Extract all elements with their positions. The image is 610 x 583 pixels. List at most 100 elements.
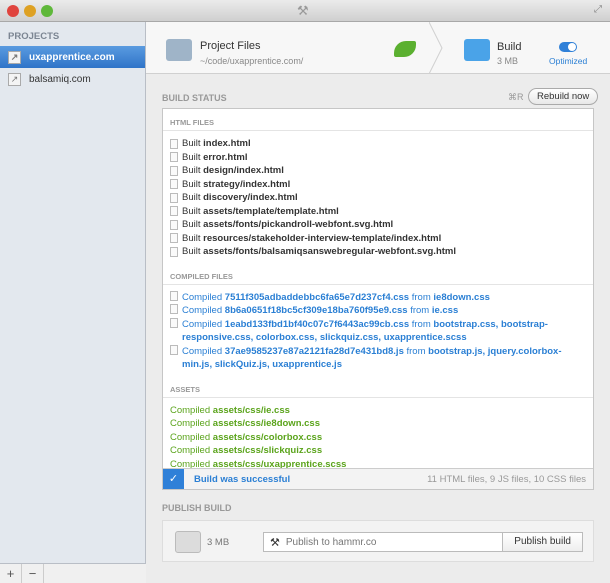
build-log[interactable]: HTML FILES Built index.html Built error.h… [162, 108, 594, 490]
project-path: ~/code/uxapprentice.com/ [200, 56, 304, 66]
built-word: Built [182, 138, 201, 149]
log-line: Compiled 8b6a0651f18bc5cf309e18ba760f95e… [170, 304, 586, 318]
log-line: Built index.html [170, 137, 586, 151]
project-name: uxapprentice.com [29, 51, 115, 63]
source-files: ie.css [431, 305, 459, 316]
file-name: strategy/index.html [203, 178, 291, 190]
asset-file: assets/css/ie8down.css [212, 418, 320, 429]
publish-build-button[interactable]: Publish build [502, 533, 582, 551]
compiled-word: Compiled [170, 431, 211, 443]
file-icon [170, 219, 178, 230]
file-name: assets/template/template.html [203, 205, 339, 217]
tools-icon: ⚒ [270, 536, 280, 549]
file-icon [170, 344, 178, 355]
from-word: from [411, 318, 431, 330]
compiled-word: Compiled [170, 445, 211, 456]
file-name: discovery/index.html [203, 192, 298, 203]
file-name: index.html [203, 138, 251, 149]
asset-file: assets/css/colorbox.css [212, 431, 323, 443]
project-title: Project Files [200, 40, 261, 52]
output-file: 1eabd133fbd1bf40c07c7f6443ac99cb.css [224, 318, 410, 330]
file-icon [170, 165, 178, 176]
project-header: Project Files ~/code/uxapprentice.com/ B… [146, 22, 610, 74]
arrow-divider [429, 22, 443, 74]
publish-size: 3 MB [207, 537, 230, 548]
file-icon [170, 152, 178, 163]
file-icon [170, 304, 178, 314]
log-line: Compiled 7511f305adbaddebbc6fa65e7d237cf… [170, 290, 586, 305]
file-icon [170, 290, 178, 301]
file-name: assets/fonts/balsamiqsanswebregular-webf… [203, 246, 456, 257]
output-file: 7511f305adbaddebbc6fa65e7d237cf4.css [224, 291, 410, 303]
project-icon: ↗ [8, 50, 21, 64]
compiled-word: Compiled [182, 318, 223, 330]
project-item[interactable]: ↗ uxapprentice.com [0, 46, 145, 68]
from-word: from [411, 291, 431, 303]
remove-project-button[interactable]: − [22, 564, 44, 583]
optimized-toggle[interactable] [559, 42, 577, 52]
add-project-button[interactable]: + [0, 564, 22, 583]
minimize-button[interactable] [24, 5, 36, 17]
compiled-word: Compiled [182, 305, 223, 316]
project-folder-icon[interactable] [166, 39, 192, 61]
log-line: Built assets/fonts/pickandroll-webfont.s… [170, 218, 586, 232]
log-line: Compiled assets/css/colorbox.css [170, 431, 586, 445]
log-line: Built error.html [170, 151, 586, 165]
fullscreen-icon[interactable]: ⤢ [594, 4, 602, 15]
sidebar: PROJECTS ↗ uxapprentice.com ↗ balsamiq.com… [0, 22, 146, 583]
built-word: Built [182, 246, 201, 257]
rebuild-now-button[interactable]: Rebuild now [528, 88, 599, 105]
build-status-heading: BUILD STATUS [162, 93, 227, 103]
hammer-icon: ⚒ [297, 3, 309, 18]
html-files-list: Built index.html Built error.html Built de… [163, 131, 593, 263]
build-title: Build [497, 41, 522, 53]
main-panel: Project Files ~/code/uxapprentice.com/ B… [146, 22, 610, 583]
build-folder-icon[interactable] [464, 39, 490, 61]
compiled-word: Compiled [170, 418, 211, 429]
output-file: 8b6a0651f18bc5cf309e18ba760f95e9.css [224, 305, 408, 316]
built-word: Built [182, 151, 201, 163]
build-result-bar: ✓ Build was successful 11 HTML files, 9 … [163, 468, 593, 489]
check-circle-icon: ✓ [163, 468, 184, 489]
built-word: Built [182, 232, 201, 244]
built-word: Built [182, 219, 201, 230]
project-item[interactable]: ↗ balsamiq.com [0, 68, 145, 90]
asset-file: assets/css/ie.css [212, 404, 290, 416]
publish-url-input[interactable] [285, 536, 503, 548]
built-word: Built [182, 165, 201, 176]
file-icon [170, 179, 178, 190]
html-files-heading: HTML FILES [163, 109, 593, 131]
zoom-button[interactable] [41, 5, 53, 17]
file-icon [170, 192, 178, 203]
log-line: Built assets/fonts/balsamiqsanswebregula… [170, 245, 586, 259]
asset-file: assets/css/slickquiz.css [212, 445, 323, 456]
built-word: Built [182, 205, 201, 217]
publish-field[interactable]: ⚒ Publish build [263, 532, 583, 552]
projects-heading: PROJECTS [8, 31, 60, 42]
build-result: Build was successful [194, 473, 291, 485]
publish-panel: 3 MB ⚒ Publish build [162, 520, 594, 562]
log-line: Built discovery/index.html [170, 191, 586, 205]
log-line: Compiled 37ae9585237e87a2121fa28d7e431bd… [170, 344, 586, 372]
build-summary: 11 HTML files, 9 JS files, 10 CSS files [427, 473, 586, 485]
log-line: Compiled assets/css/ie.css [170, 404, 586, 418]
file-name: resources/stakeholder-interview-template… [203, 232, 442, 244]
log-line: Compiled assets/css/ie8down.css [170, 417, 586, 431]
file-icon [170, 246, 178, 257]
from-word: from [410, 305, 430, 316]
file-name: assets/fonts/pickandroll-webfont.svg.htm… [203, 219, 394, 230]
compiled-files-list: Compiled 7511f305adbaddebbc6fa65e7d237cf… [163, 285, 593, 376]
from-word: from [406, 345, 426, 357]
close-button[interactable] [7, 5, 19, 17]
log-line: Built strategy/index.html [170, 178, 586, 192]
file-icon [170, 317, 178, 328]
log-line: Built design/index.html [170, 164, 586, 178]
title-bar: ⚒ ⤢ [0, 0, 610, 22]
source-files: ie8down.css [433, 291, 490, 303]
file-icon [170, 138, 178, 149]
file-icon [170, 233, 178, 244]
compiled-word: Compiled [182, 291, 223, 303]
compiled-word: Compiled [182, 345, 223, 357]
log-line: Built resources/stakeholder-interview-te… [170, 232, 586, 246]
file-name: error.html [203, 151, 248, 163]
